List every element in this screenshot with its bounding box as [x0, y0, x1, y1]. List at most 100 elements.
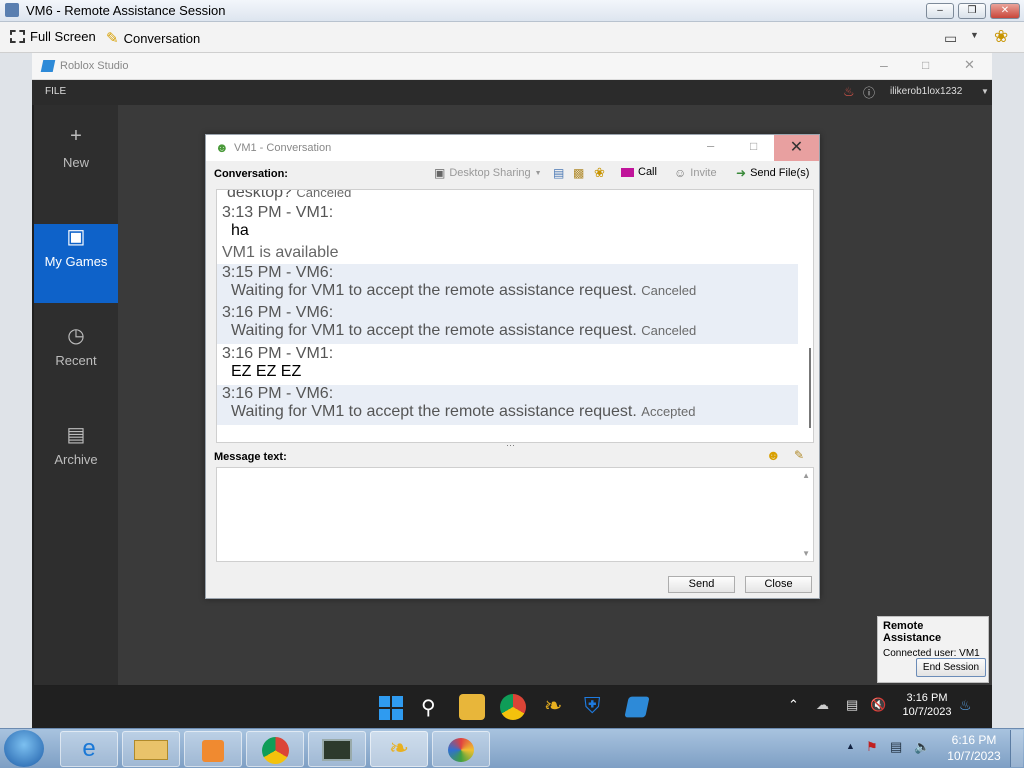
- conversation-icon: ✎: [106, 30, 119, 47]
- close-icon[interactable]: ✕: [774, 135, 819, 161]
- volume-icon[interactable]: 🔈: [914, 739, 930, 755]
- file-menu[interactable]: FILE: [45, 86, 66, 97]
- roblox-menubar: FILE ♨ ⓘ ilikerob1lox1232 ▼: [32, 80, 992, 105]
- roblox-studio-icon: [40, 60, 56, 72]
- task-manager-icon[interactable]: [308, 731, 366, 767]
- username[interactable]: ilikerob1lox1232: [890, 86, 962, 97]
- vm-date: 10/7/2023: [902, 706, 952, 718]
- chevron-down-icon[interactable]: ▼: [970, 30, 979, 40]
- invite-button[interactable]: ☺ Invite: [674, 166, 717, 180]
- contacts-icon[interactable]: ▤: [553, 166, 564, 180]
- call-button[interactable]: Call: [621, 166, 657, 178]
- desktop-sharing-label: Desktop Sharing: [449, 167, 531, 179]
- onedrive-icon[interactable]: ☁: [816, 697, 829, 713]
- emoticon-icon[interactable]: ☻: [766, 447, 781, 463]
- display-icon[interactable]: ▭: [944, 30, 957, 47]
- volume-muted-icon[interactable]: 🔇: [870, 697, 886, 713]
- help-circle-icon[interactable]: ⓘ: [863, 84, 875, 101]
- folder-icon[interactable]: [122, 731, 180, 767]
- invite-label: Invite: [690, 167, 717, 179]
- notification-bell-icon[interactable]: ♨: [843, 84, 855, 100]
- file-explorer-icon[interactable]: [459, 694, 485, 720]
- conversation-window: ☻ VM1 - Conversation – □ ✕ Conversation:…: [205, 134, 820, 599]
- sidebar-item-archive[interactable]: ▤ Archive: [34, 422, 118, 501]
- remote-assistance-panel: Remote Assistance Connected user: VM1 En…: [877, 616, 989, 683]
- scrollbar[interactable]: [805, 190, 813, 442]
- chevron-up-icon[interactable]: ▲: [846, 741, 855, 751]
- sidebar-item-recent[interactable]: ◷ Recent: [34, 323, 118, 402]
- remote-assistance-icon[interactable]: ❧: [370, 731, 428, 767]
- restore-button[interactable]: ❒: [958, 3, 986, 19]
- remote-assistance-app-icon: [5, 3, 19, 17]
- host-title-bar: VM6 - Remote Assistance Session – ❒ ✕: [0, 0, 1024, 22]
- message-input[interactable]: ▲ ▼: [216, 467, 814, 562]
- message-timestamp: 3:13 PM - VM1:: [222, 204, 334, 221]
- conversation-log[interactable]: desktop? Canceled 3:13 PM - VM1: ha VM1 …: [216, 189, 814, 443]
- sidebar-item-my-games[interactable]: ▣ My Games: [34, 224, 118, 303]
- scrollbar-thumb[interactable]: [809, 348, 811, 428]
- chrome-icon[interactable]: [500, 694, 526, 720]
- minimize-button[interactable]: –: [926, 3, 954, 19]
- action-center-icon[interactable]: ⚑: [866, 739, 878, 755]
- windows-start-orb[interactable]: [4, 730, 44, 767]
- network-icon[interactable]: ▤: [846, 697, 858, 713]
- desktop-sharing-button[interactable]: ▣ Desktop Sharing ▼: [434, 166, 542, 180]
- vm-clock[interactable]: 3:16 PM 10/7/2023: [892, 692, 962, 718]
- start-button[interactable]: [377, 694, 403, 720]
- full-screen-label: Full Screen: [30, 29, 96, 44]
- internet-explorer-icon[interactable]: e: [60, 731, 118, 767]
- end-session-button[interactable]: End Session: [916, 658, 986, 677]
- message-timestamp: 3:15 PM - VM6:: [222, 264, 334, 281]
- host-date: 10/7/2023: [947, 749, 1001, 763]
- host-clock[interactable]: 6:16 PM 10/7/2023: [940, 733, 1008, 763]
- close-icon[interactable]: ✕: [964, 57, 975, 73]
- file-transfer-icon[interactable]: ▩: [573, 166, 584, 180]
- status-text: Canceled: [641, 323, 697, 338]
- media-player-icon[interactable]: [184, 731, 242, 767]
- minimize-icon[interactable]: –: [880, 57, 888, 73]
- message-body: Waiting for VM1 to accept the remote ass…: [231, 282, 637, 299]
- message-timestamp: 3:16 PM - VM6:: [222, 385, 334, 402]
- conversation-title-bar: ☻ VM1 - Conversation – □ ✕: [206, 135, 819, 161]
- host-window-title: VM6 - Remote Assistance Session: [26, 3, 226, 18]
- show-desktop-button[interactable]: [1010, 730, 1023, 767]
- defender-icon[interactable]: ⛨: [584, 693, 601, 719]
- archive-icon: ▤: [66, 424, 86, 446]
- conversation-button[interactable]: ✎ Conversation: [106, 29, 200, 47]
- search-icon[interactable]: ⚲: [421, 695, 436, 720]
- call-label: Call: [638, 166, 657, 178]
- list-item: 3:15 PM - VM6: Waiting for VM1 to accept…: [217, 264, 798, 304]
- minimize-icon[interactable]: –: [707, 138, 714, 153]
- send-button[interactable]: Send: [668, 576, 735, 593]
- message-body: Waiting for VM1 to accept the remote ass…: [231, 403, 637, 420]
- maximize-icon[interactable]: □: [922, 58, 929, 72]
- chat-icon[interactable]: ❧: [544, 693, 562, 719]
- maximize-icon[interactable]: □: [750, 139, 757, 153]
- emoticon-icon[interactable]: ❀: [594, 165, 605, 181]
- message-timestamp: 3:16 PM - VM6:: [222, 304, 334, 321]
- help-icon[interactable]: ❀: [994, 27, 1008, 47]
- panel-title: Remote Assistance: [883, 620, 942, 644]
- host-taskbar: e ❧ ▲ ⚑ ▤ 🔈 6:16 PM 10/7/2023: [0, 728, 1024, 768]
- sidebar-item-new[interactable]: + New: [34, 125, 118, 204]
- full-screen-button[interactable]: Full Screen: [10, 29, 96, 44]
- scroll-up-icon[interactable]: ▲: [802, 471, 810, 480]
- close-button[interactable]: Close: [745, 576, 812, 593]
- network-icon[interactable]: ▤: [890, 739, 902, 755]
- status-text: Canceled: [296, 189, 352, 200]
- close-button[interactable]: ✕: [990, 3, 1020, 19]
- scroll-down-icon[interactable]: ▼: [802, 549, 810, 558]
- list-item: VM1 is available: [217, 244, 798, 262]
- chrome-icon[interactable]: [246, 731, 304, 767]
- list-item: 3:16 PM - VM6: Waiting for VM1 to accept…: [217, 304, 798, 344]
- send-files-button[interactable]: ➜ Send File(s): [736, 166, 809, 180]
- splitter-handle[interactable]: ⋯: [506, 440, 515, 451]
- roblox-studio-icon[interactable]: [624, 696, 650, 718]
- chevron-up-icon[interactable]: ⌃: [788, 697, 799, 713]
- paint-icon[interactable]: [432, 731, 490, 767]
- notification-bell-icon[interactable]: ♨: [959, 697, 972, 714]
- format-text-icon[interactable]: ✎: [794, 448, 804, 462]
- chevron-down-icon[interactable]: ▼: [981, 87, 989, 96]
- conversation-title: VM1 - Conversation: [234, 142, 332, 154]
- status-text: Canceled: [641, 283, 697, 298]
